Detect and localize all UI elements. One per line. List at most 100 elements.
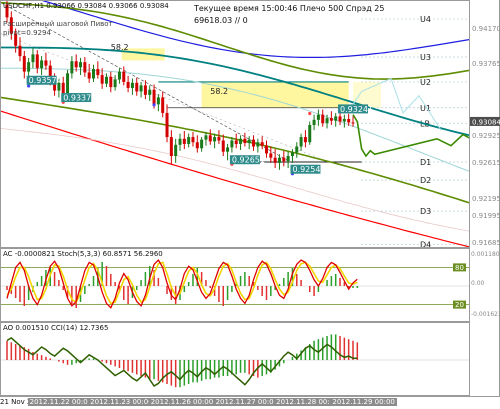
candle-body: [239, 138, 243, 144]
candle-body: [312, 119, 316, 125]
candle-body: [70, 61, 74, 74]
ao-cci-pane[interactable]: AO 0.001510 CCI(14) 12.7365: [0, 322, 470, 396]
ac-stoch-title: AC -0.0000821 Stoch(5,3,3) 60.8571 56.29…: [3, 250, 163, 258]
ac-scale[interactable]: 0.001180 0.00 -0.001623: [470, 248, 500, 322]
candle-8: [40, 56, 44, 76]
candle-body: [247, 139, 251, 144]
candle-body: [109, 76, 113, 88]
candle-body: [122, 71, 126, 82]
candle-31: [139, 81, 143, 98]
stoch-level-label: 20: [455, 301, 464, 309]
time-tick: 2012.11.29 00:00: [330, 398, 397, 406]
candle-71: [312, 114, 316, 131]
candle-39: [174, 138, 178, 163]
candle-78: [342, 114, 346, 128]
box-label: 58.2: [210, 87, 228, 96]
candle-body: [135, 82, 139, 92]
candle-26: [117, 68, 121, 84]
candle-body: [113, 79, 117, 88]
candle-body: [230, 140, 234, 148]
candle-21: [96, 61, 100, 79]
candle-19: [87, 63, 91, 83]
candle-body: [234, 140, 238, 144]
candle-body: [208, 135, 212, 142]
price-tick: 0.94170: [472, 25, 500, 33]
price-label: 0.93373: [63, 94, 96, 103]
candle-body: [282, 157, 286, 162]
candle-80: [351, 116, 355, 127]
candle-49: [217, 130, 221, 144]
candle-body: [100, 75, 104, 84]
candle-69: [303, 130, 307, 148]
candle-body: [217, 137, 221, 141]
candle-body: [139, 85, 143, 92]
candle-7: [35, 50, 39, 74]
candle-body: [92, 69, 95, 79]
time-axis[interactable]: 21 Nov 2012 2012.11.22 00:00 2012.11.23 00…: [0, 396, 500, 409]
candle-54: [239, 135, 243, 150]
price-pane[interactable]: U4 U3 U2 U1 LB D1 D2 D3 D4 0.93574 0.93373 0.92651 0…: [0, 0, 470, 248]
candle-18: [83, 56, 87, 77]
price-scale[interactable]: 0.94170 0.93765 0.93084 0.92925 0.92615 0.921…: [470, 0, 500, 248]
ac-stoch-svg: 80 20: [1, 258, 469, 309]
candle-body: [22, 56, 26, 72]
ac-stoch-pane[interactable]: 80 20 AC -0.0000821 Stoch(5,3,3) 60.8571 …: [0, 248, 470, 322]
candle-body: [143, 85, 147, 95]
candle-24: [109, 71, 113, 93]
current-price-tick: 0.93084: [472, 118, 500, 126]
candle-body: [303, 137, 307, 143]
candle-body: [83, 62, 87, 73]
candle-64: [282, 150, 286, 167]
candle-68: [299, 133, 303, 151]
candle-body: [256, 142, 260, 147]
candle-body: [204, 135, 208, 140]
fractal-dot: [152, 103, 156, 107]
candle-61: [269, 146, 273, 163]
candle-body: [79, 62, 83, 68]
candle-body: [35, 54, 39, 69]
candle-body: [351, 122, 355, 124]
price-label: 0.92541: [292, 165, 325, 174]
time-tick: 2012.11.27 00:00: [213, 398, 281, 406]
candle-body: [273, 157, 277, 163]
price-tick: 0.92195: [472, 195, 500, 203]
candle-body: [243, 138, 247, 144]
pivot-caption: Расширенный шаговой Пивот: [3, 20, 113, 28]
candle-body: [252, 139, 256, 147]
candle-body: [178, 138, 182, 145]
candle-body: [44, 60, 48, 66]
candle-66: [290, 149, 294, 163]
level-label-u4: U4: [420, 15, 431, 24]
candle-43: [191, 131, 195, 147]
candle-body: [269, 153, 273, 158]
candle-body: [169, 137, 173, 156]
candle-body: [130, 82, 134, 88]
candle-32: [143, 80, 147, 100]
candle-body: [325, 118, 329, 124]
candle-body: [161, 97, 165, 113]
ac-scale-svg: 0.001180 0.00 -0.001623: [471, 251, 500, 318]
ao-scale[interactable]: [470, 322, 500, 396]
candle-37: [165, 104, 169, 143]
price-label: 0.93574: [29, 76, 62, 85]
ac-scale-tick: 0.001180: [471, 251, 500, 258]
price-tick: 0.92615: [472, 159, 500, 167]
candle-16: [74, 54, 78, 72]
candle-body: [290, 152, 294, 156]
candle-53: [234, 133, 238, 149]
candle-body: [316, 114, 320, 120]
candle-57: [252, 135, 256, 151]
level-label-d1: D1: [420, 158, 431, 167]
time-tick: 2012.11.23 00:00: [88, 398, 155, 406]
candle-body: [213, 137, 217, 142]
candle-58: [256, 138, 260, 153]
server-time-info: Текущее время 15:00:46 Плечо 500 Спрэд 2…: [194, 4, 385, 13]
candle-55: [243, 132, 247, 147]
candle-body: [61, 82, 65, 94]
candle-body: [96, 69, 100, 76]
candle-59: [260, 136, 264, 150]
candle-65: [286, 151, 290, 169]
candle-27: [122, 66, 126, 86]
box-label: 58.2: [111, 43, 129, 52]
candle-46: [204, 131, 208, 146]
